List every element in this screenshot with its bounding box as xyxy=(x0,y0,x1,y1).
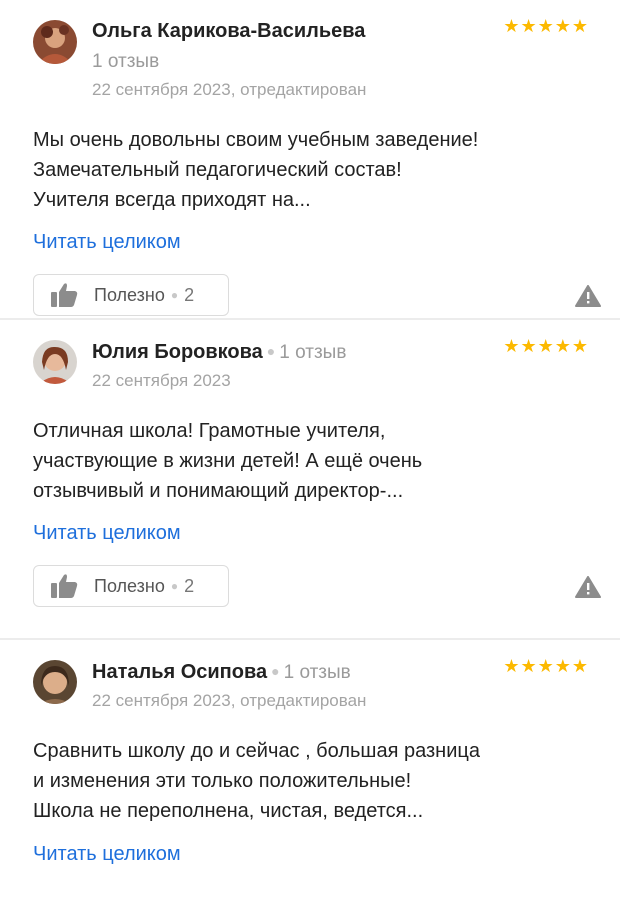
review-text: Мы очень довольны своим учебным заведени… xyxy=(33,129,479,211)
avatar[interactable] xyxy=(33,660,77,704)
warning-triangle-icon xyxy=(575,285,601,307)
thumbs-up-icon xyxy=(51,574,78,598)
reviews-count: 1 отзыв xyxy=(92,51,160,72)
report-button[interactable] xyxy=(575,576,601,598)
review-card: Ольга Карикова-Васильева 1 отзыв 22 сент… xyxy=(0,0,620,318)
thumbs-up-icon xyxy=(51,283,78,307)
review-text: Отличная школа! Грамотные учителя, участ… xyxy=(33,420,423,502)
helpful-label: Полезно xyxy=(94,284,165,305)
rating-stars: ★★★★★ xyxy=(503,16,589,36)
helpful-button[interactable]: Полезно ● 2 xyxy=(33,274,229,316)
separator-dot: ● xyxy=(170,288,179,302)
helpful-button[interactable]: Полезно ● 2 xyxy=(33,565,229,607)
review-date: 22 сентября 2023, отредактирован xyxy=(92,691,367,710)
warning-triangle-icon xyxy=(575,576,601,598)
separator-dot: ● xyxy=(170,579,179,593)
report-button[interactable] xyxy=(575,285,601,307)
author-name[interactable]: Наталья Осипова xyxy=(92,661,267,683)
review-date: 22 сентября 2023, отредактирован xyxy=(92,80,367,99)
review-date: 22 сентября 2023 xyxy=(92,371,231,390)
avatar[interactable] xyxy=(33,20,77,64)
helpful-count: 2 xyxy=(184,575,195,596)
review-card: Наталья Осипова ● 1 отзыв 22 сентября 2023… xyxy=(0,640,620,904)
reviews-count: 1 отзыв xyxy=(283,662,351,683)
rating-stars: ★★★★★ xyxy=(503,656,589,676)
author-name[interactable]: Юлия Боровкова xyxy=(92,341,263,363)
read-more-link[interactable]: Читать целиком xyxy=(33,231,181,254)
review-text: Сравнить школу до и сейчас , большая раз… xyxy=(33,740,480,822)
separator-dot: ● xyxy=(271,663,280,679)
author-name[interactable]: Ольга Карикова-Васильева xyxy=(92,20,365,42)
helpful-count: 2 xyxy=(184,284,195,305)
reviews-count: 1 отзыв xyxy=(279,342,347,363)
helpful-label: Полезно xyxy=(94,575,165,596)
review-card: Юлия Боровкова ● 1 отзыв 22 сентября 2023 … xyxy=(0,320,620,638)
read-more-link[interactable]: Читать целиком xyxy=(33,522,181,545)
avatar[interactable] xyxy=(33,340,77,384)
rating-stars: ★★★★★ xyxy=(503,336,589,356)
separator-dot: ● xyxy=(266,343,276,359)
read-more-link[interactable]: Читать целиком xyxy=(33,843,181,866)
